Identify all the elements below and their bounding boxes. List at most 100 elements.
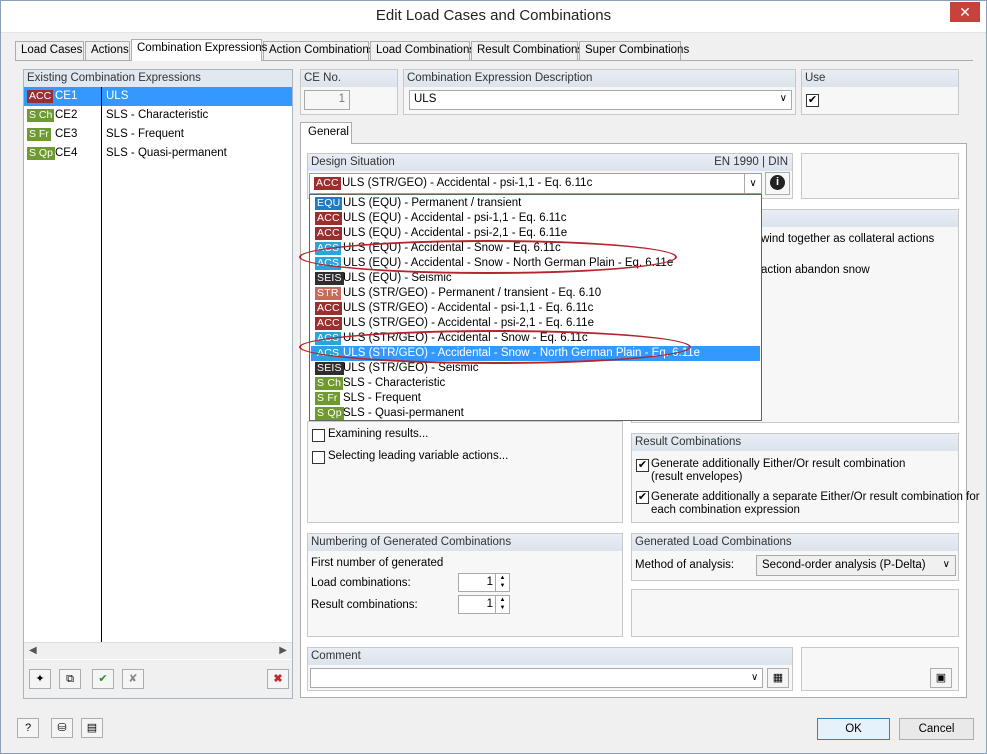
option-label: ULS (STR/GEO) - Seismic bbox=[343, 362, 479, 374]
scroll-right-icon[interactable]: ▶ bbox=[279, 645, 287, 656]
help-icon: ? bbox=[24, 722, 32, 734]
tab-super-combinations[interactable]: Super Combinations bbox=[579, 41, 689, 60]
description-value: ULS bbox=[414, 93, 437, 105]
highlight-ring bbox=[299, 330, 691, 364]
chevron-down-icon[interactable]: ∨ bbox=[751, 672, 758, 683]
comment-picker-button[interactable]: ▦ bbox=[767, 668, 789, 688]
tab-action-combinations[interactable]: Action Combinations bbox=[263, 41, 374, 60]
ce-description: SLS - Characteristic bbox=[106, 109, 209, 121]
dropdown-option[interactable]: S Fr SLS - Frequent bbox=[311, 391, 760, 406]
tab-combination-expressions[interactable]: Combination Expressions bbox=[131, 39, 267, 61]
list-item[interactable]: S Ch CE2 SLS - Characteristic bbox=[24, 106, 292, 125]
leading-actions-label: Selecting leading variable actions... bbox=[328, 450, 509, 462]
design-situation-side-panel bbox=[801, 153, 959, 199]
tab-result-combinations[interactable]: Result Combinations bbox=[471, 41, 583, 60]
examining-results-label: Examining results... bbox=[328, 428, 429, 440]
spin-arrows-icon[interactable]: ▲ ▼ bbox=[495, 596, 509, 613]
design-situation-value: ULS (STR/GEO) - Accidental - psi-1,1 - E… bbox=[342, 177, 593, 189]
load-combinations-label: Load combinations: bbox=[311, 577, 411, 589]
horizontal-scrollbar[interactable]: ◀ ▶ bbox=[24, 642, 292, 659]
chevron-down-icon[interactable]: ∨ bbox=[943, 559, 950, 570]
close-button[interactable]: ✕ bbox=[950, 2, 980, 22]
chevron-down-icon[interactable]: ∨ bbox=[780, 93, 787, 104]
dropdown-option[interactable]: S Qp SLS - Quasi-permanent bbox=[311, 406, 760, 421]
tab-load-cases[interactable]: Load Cases bbox=[15, 41, 84, 60]
situation-code-badge: ACC bbox=[315, 212, 342, 225]
highlight-ring bbox=[299, 240, 677, 274]
ce-description: SLS - Frequent bbox=[106, 128, 184, 140]
cancel-button[interactable]: Cancel bbox=[899, 718, 974, 740]
dropdown-option[interactable]: ACC ULS (EQU) - Accidental - psi-2,1 - Eq… bbox=[311, 226, 760, 241]
tab-actions[interactable]: Actions bbox=[85, 41, 130, 60]
dropdown-option[interactable]: ACC ULS (EQU) - Accidental - psi-1,1 - Eq… bbox=[311, 211, 760, 226]
dropdown-option[interactable]: S Ch SLS - Characteristic bbox=[311, 376, 760, 391]
result-combinations-stepper[interactable]: 1 ▲ ▼ bbox=[458, 595, 510, 614]
option-label: ULS (EQU) - Seismic bbox=[343, 272, 452, 284]
new-expression-button[interactable]: ✦ bbox=[29, 669, 51, 689]
save-button[interactable]: ▤ bbox=[81, 718, 103, 738]
use-label: Use bbox=[802, 70, 958, 87]
spin-arrows-icon[interactable]: ▲ ▼ bbox=[495, 574, 509, 591]
delete-button[interactable]: ✖ bbox=[267, 669, 289, 689]
existing-expressions-header: Existing Combination Expressions bbox=[24, 70, 292, 87]
either-or-sublabel: (result envelopes) bbox=[651, 471, 743, 483]
ce-id: CE2 bbox=[55, 109, 78, 121]
method-select[interactable]: Second-order analysis (P-Delta) ∨ bbox=[756, 555, 956, 576]
description-combo[interactable]: ULS ∨ bbox=[409, 90, 792, 110]
copy-expression-button[interactable]: ⧉ bbox=[59, 669, 81, 689]
situation-code-badge: SEIS bbox=[315, 362, 344, 375]
dropdown-option[interactable]: ACC ULS (STR/GEO) - Accidental - psi-2,1 … bbox=[311, 316, 760, 331]
option-label: ULS (EQU) - Permanent / transient bbox=[343, 197, 522, 209]
folder-icon: ▦ bbox=[772, 672, 784, 684]
tab-load-combinations[interactable]: Load Combinations bbox=[370, 41, 475, 60]
collateral-actions-text: wind together as collateral actions bbox=[761, 233, 935, 245]
uncheck-all-button[interactable]: ✘ bbox=[122, 669, 144, 689]
option-label: ULS (EQU) - Accidental - psi-2,1 - Eq. 6… bbox=[343, 227, 568, 239]
import-button[interactable]: ▣ bbox=[930, 668, 952, 688]
list-item[interactable]: S Fr CE3 SLS - Frequent bbox=[24, 125, 292, 144]
import-icon: ▣ bbox=[935, 672, 947, 684]
dropdown-option[interactable]: STR ULS (STR/GEO) - Permanent / transient… bbox=[311, 286, 760, 301]
option-label: SLS - Frequent bbox=[343, 392, 421, 404]
info-button[interactable]: i bbox=[765, 172, 790, 195]
separate-either-or-label: Generate additionally a separate Either/… bbox=[651, 491, 980, 503]
either-or-checkbox[interactable]: ✔ bbox=[636, 459, 649, 472]
scroll-left-icon[interactable]: ◀ bbox=[29, 645, 37, 656]
tab-general[interactable]: General bbox=[300, 122, 352, 144]
dropdown-option[interactable]: EQU ULS (EQU) - Permanent / transient bbox=[311, 196, 760, 211]
dialog-window: Edit Load Cases and Combinations ✕ Load … bbox=[0, 0, 987, 754]
list-item[interactable]: ACC CE1 ULS bbox=[24, 87, 292, 106]
options-group: Examining results... Selecting leading v… bbox=[307, 421, 623, 523]
description-label: Combination Expression Description bbox=[404, 70, 795, 87]
save-icon: ▤ bbox=[86, 722, 98, 734]
design-situation-dropdown[interactable]: EQU ULS (EQU) - Permanent / transient ACC U… bbox=[309, 194, 762, 421]
ce-number-field[interactable]: 1 bbox=[304, 90, 350, 110]
chevron-down-icon[interactable]: ∨ bbox=[744, 174, 761, 193]
open-button[interactable]: ⛁ bbox=[51, 718, 73, 738]
standard-label: EN 1990 | DIN bbox=[714, 156, 788, 168]
result-combinations-group: Result Combinations ✔ Generate additiona… bbox=[631, 433, 980, 523]
use-checkbox[interactable]: ✔ bbox=[806, 94, 819, 107]
ok-button[interactable]: OK bbox=[817, 718, 890, 740]
delete-icon: ✖ bbox=[273, 673, 283, 685]
option-label: ULS (EQU) - Accidental - psi-1,1 - Eq. 6… bbox=[343, 212, 567, 224]
generated-combinations-group: Generated Load Combinations Method of an… bbox=[631, 533, 959, 581]
new-icon: ✦ bbox=[35, 673, 45, 685]
load-combinations-stepper[interactable]: 1 ▲ ▼ bbox=[458, 573, 510, 592]
info-icon: i bbox=[770, 175, 785, 191]
separate-either-or-checkbox[interactable]: ✔ bbox=[636, 491, 649, 504]
leading-actions-checkbox[interactable] bbox=[312, 451, 325, 464]
use-group: Use ✔ bbox=[801, 69, 959, 115]
list-item[interactable]: S Qp CE4 SLS - Quasi-permanent bbox=[24, 144, 292, 163]
comment-input[interactable] bbox=[310, 668, 763, 688]
method-value: Second-order analysis (P-Delta) bbox=[762, 559, 926, 571]
ce-description: ULS bbox=[106, 90, 129, 102]
help-button[interactable]: ? bbox=[17, 718, 39, 738]
design-situation-combo[interactable]: ACC ULS (STR/GEO) - Accidental - psi-1,1… bbox=[309, 173, 762, 194]
generated-combinations-header: Generated Load Combinations bbox=[632, 534, 958, 551]
dropdown-option[interactable]: ACC ULS (STR/GEO) - Accidental - psi-1,1 … bbox=[311, 301, 760, 316]
examining-results-checkbox[interactable] bbox=[312, 429, 325, 442]
check-all-button[interactable]: ✔ bbox=[92, 669, 114, 689]
situation-code-badge: ACC bbox=[315, 317, 342, 330]
result-combinations-header: Result Combinations bbox=[632, 434, 958, 451]
